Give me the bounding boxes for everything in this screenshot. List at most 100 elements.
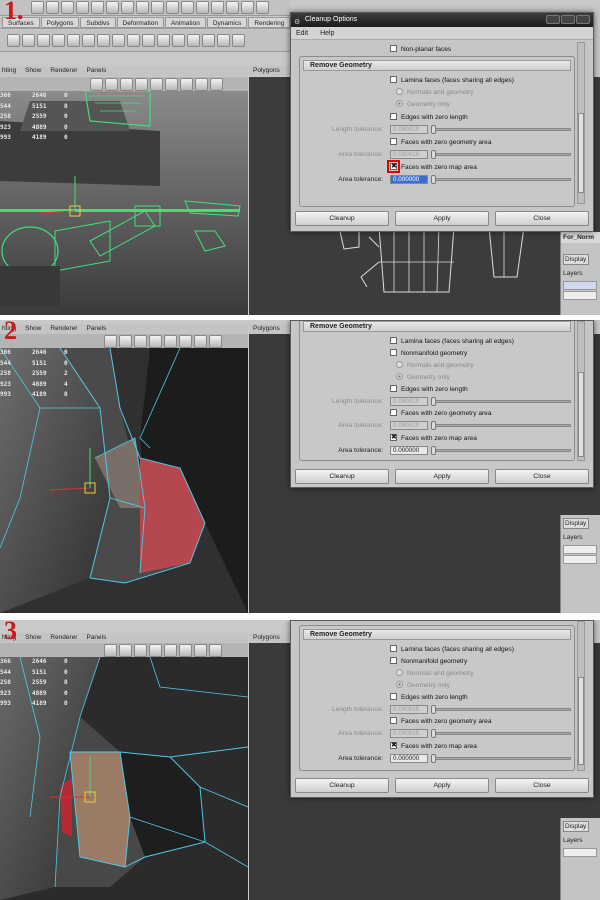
shelf-icon[interactable] xyxy=(187,34,200,47)
option-zero-length[interactable]: Edges with zero length xyxy=(390,113,468,122)
shelf-icon[interactable] xyxy=(52,34,65,47)
shelf-tab[interactable]: Subdivs xyxy=(80,17,116,28)
shelf-icon[interactable] xyxy=(7,34,20,47)
option-zero-map[interactable]: Faces with zero map area xyxy=(390,741,477,751)
checkbox[interactable] xyxy=(390,138,397,145)
checkbox[interactable] xyxy=(390,645,397,652)
dialog-scrollbar[interactable] xyxy=(577,321,585,461)
shelf-icon[interactable] xyxy=(172,34,185,47)
tool-icon[interactable] xyxy=(196,1,209,14)
layers-label[interactable]: Layers xyxy=(561,532,600,543)
view-icon[interactable] xyxy=(179,335,192,348)
area-tolerance-field[interactable]: 0.000010 xyxy=(390,150,428,159)
option-zero-map[interactable]: Faces with zero map area xyxy=(390,433,477,443)
view-icon[interactable] xyxy=(194,644,207,657)
map-area-tolerance-field[interactable]: 0.000000 xyxy=(390,446,428,455)
checkbox[interactable] xyxy=(390,409,397,416)
view-icon[interactable] xyxy=(120,78,133,91)
shelf-icon[interactable] xyxy=(112,34,125,47)
length-tolerance-field[interactable]: 0.000010 xyxy=(390,125,428,134)
menu-renderer[interactable]: Renderer xyxy=(50,67,77,74)
tool-icon[interactable] xyxy=(121,1,134,14)
apply-button[interactable]: Apply xyxy=(395,778,489,793)
view-icon[interactable] xyxy=(134,335,147,348)
layer-row[interactable] xyxy=(563,291,597,300)
layer-row[interactable] xyxy=(563,545,597,554)
close-button[interactable]: Close xyxy=(495,211,589,226)
view-icon[interactable] xyxy=(194,335,207,348)
option-lamina[interactable]: Lamina faces (faces sharing all edges) xyxy=(390,76,514,85)
checkbox[interactable] xyxy=(390,45,397,52)
view-icon[interactable] xyxy=(119,644,132,657)
area-tolerance-slider[interactable] xyxy=(431,729,571,738)
tool-icon[interactable] xyxy=(241,1,254,14)
option-lamina[interactable]: Lamina faces (faces sharing all edges) xyxy=(390,645,514,654)
option-zero-geometry[interactable]: Faces with zero geometry area xyxy=(390,717,492,726)
length-tolerance-field[interactable]: 0.000010 xyxy=(390,397,428,406)
option-lamina[interactable]: Lamina faces (faces sharing all edges) xyxy=(390,337,514,346)
scroll-thumb[interactable] xyxy=(578,372,584,457)
section-header[interactable]: Remove Geometry xyxy=(303,629,571,640)
menu-panels[interactable]: Panels xyxy=(86,325,106,332)
checkbox[interactable] xyxy=(390,76,397,83)
menu-panels[interactable]: Panels xyxy=(86,634,106,641)
checkbox[interactable] xyxy=(390,349,397,356)
slider-thumb[interactable] xyxy=(431,175,436,184)
tool-icon[interactable] xyxy=(226,1,239,14)
layer-list[interactable] xyxy=(563,545,597,564)
tab-display[interactable]: Display xyxy=(563,254,589,265)
dialog-title[interactable]: ⚙ Cleanup Options xyxy=(291,13,593,27)
section-header[interactable]: Remove Geometry xyxy=(303,321,571,332)
slider-thumb[interactable] xyxy=(431,150,436,159)
shelf-tab[interactable]: Animation xyxy=(164,17,206,28)
radio[interactable] xyxy=(396,88,403,95)
scroll-thumb[interactable] xyxy=(578,677,584,765)
shelf-icon[interactable] xyxy=(217,34,230,47)
slider-thumb[interactable] xyxy=(431,421,436,430)
option-zero-geometry[interactable]: Faces with zero geometry area xyxy=(390,409,492,418)
view-icon[interactable] xyxy=(180,78,193,91)
tool-icon[interactable] xyxy=(181,1,194,14)
tool-icon[interactable] xyxy=(151,1,164,14)
option-zero-geometry[interactable]: Faces with zero geometry area xyxy=(390,138,492,147)
persp-menu-polygons[interactable]: Polygons xyxy=(249,66,294,76)
persp-menu-polygons[interactable]: Polygons xyxy=(249,324,294,334)
option-normals-geometry[interactable]: Normals and geometry xyxy=(390,361,474,370)
shelf-icon[interactable] xyxy=(142,34,155,47)
menu-panels[interactable]: Panels xyxy=(86,67,106,74)
checkbox[interactable] xyxy=(390,433,397,442)
checkbox[interactable] xyxy=(390,657,397,664)
option-geometry-only[interactable]: Geometry only xyxy=(390,373,450,382)
shelf-tab[interactable]: Deformation xyxy=(116,17,164,28)
shelf-icon[interactable] xyxy=(232,34,245,47)
tool-icon[interactable] xyxy=(31,1,44,14)
option-non-planar[interactable]: Non-planar faces xyxy=(390,45,451,54)
shelf-tab[interactable]: Rendering xyxy=(248,17,291,28)
shelf-tab[interactable]: Dynamics xyxy=(206,17,248,28)
view-icon[interactable] xyxy=(164,335,177,348)
option-zero-length[interactable]: Edges with zero length xyxy=(390,385,468,394)
option-geometry-only[interactable]: Geometry only xyxy=(390,681,450,690)
length-tolerance-slider[interactable] xyxy=(431,705,571,714)
cleanup-button[interactable]: Cleanup xyxy=(295,469,389,484)
checkbox[interactable] xyxy=(390,741,397,750)
layer-list[interactable] xyxy=(563,848,597,857)
length-tolerance-field[interactable]: 0.000010 xyxy=(390,705,428,714)
apply-button[interactable]: Apply xyxy=(395,211,489,226)
map-area-tolerance-slider[interactable] xyxy=(431,754,571,763)
shelf-icon[interactable] xyxy=(127,34,140,47)
checkbox[interactable] xyxy=(390,693,397,700)
shelf-tab[interactable]: Polygons xyxy=(40,17,80,28)
view-icon[interactable] xyxy=(149,335,162,348)
tool-icon[interactable] xyxy=(46,1,59,14)
tool-icon[interactable] xyxy=(136,1,149,14)
scroll-thumb[interactable] xyxy=(578,113,584,193)
menu-renderer[interactable]: Renderer xyxy=(50,634,77,641)
maximize-icon[interactable] xyxy=(561,15,575,24)
dialog-scrollbar[interactable] xyxy=(577,42,585,204)
layers-label[interactable]: Layers xyxy=(561,835,600,846)
menu-show[interactable]: Show xyxy=(25,325,41,332)
shelf-icon[interactable] xyxy=(22,34,35,47)
view-icon[interactable] xyxy=(165,78,178,91)
option-zero-length[interactable]: Edges with zero length xyxy=(390,693,468,702)
